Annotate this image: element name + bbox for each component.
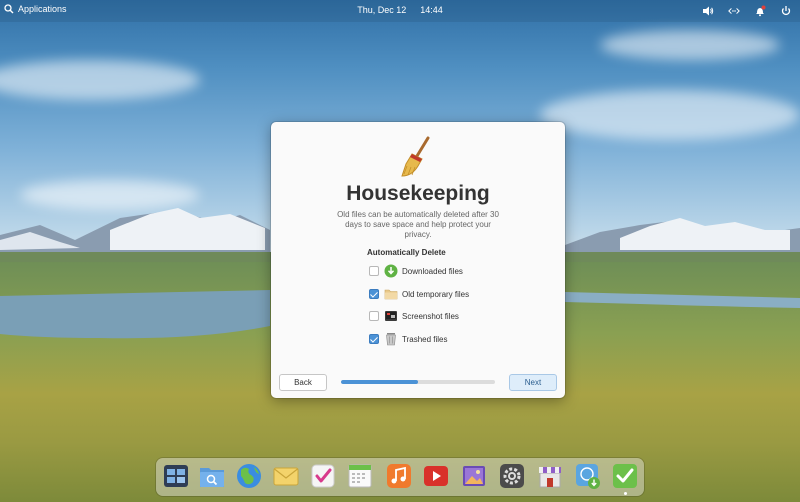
- dock-mail[interactable]: [272, 462, 300, 490]
- progress-fill: [341, 380, 418, 384]
- back-button[interactable]: Back: [279, 374, 327, 391]
- applications-label: Applications: [18, 4, 67, 14]
- downloaded-files-checkbox[interactable]: [369, 266, 379, 276]
- step-progress-bar: [341, 380, 495, 384]
- appcenter-icon: [539, 467, 561, 488]
- trash-icon: [386, 333, 396, 346]
- dialog-title: Housekeeping: [346, 182, 490, 205]
- dock-web-browser[interactable]: [235, 462, 263, 490]
- dock-music[interactable]: [385, 462, 413, 490]
- multitasking-view-icon: [164, 465, 188, 487]
- system-indicators: [700, 3, 794, 19]
- downloaded-files-label: Downloaded files: [402, 266, 463, 276]
- date-label[interactable]: Thu, Dec 12: [357, 5, 406, 15]
- sound-indicator[interactable]: [700, 3, 716, 19]
- date-time-indicator: Thu, Dec 12 14:44: [0, 5, 800, 15]
- dock-housekeeping-tasks[interactable]: [611, 462, 639, 490]
- time-label[interactable]: 14:44: [420, 5, 443, 15]
- checkmark-icon: [613, 464, 637, 488]
- power-icon: [781, 6, 791, 16]
- dock-calendar[interactable]: [346, 462, 374, 490]
- globe-icon: [237, 464, 261, 488]
- files-icon: [200, 468, 224, 487]
- videos-icon: [424, 466, 448, 486]
- next-button[interactable]: Next: [509, 374, 557, 391]
- gear-icon: [500, 464, 524, 488]
- dock-tasks[interactable]: [309, 462, 337, 490]
- photos-icon: [463, 466, 485, 486]
- dock-system-settings[interactable]: [498, 462, 526, 490]
- download-icon: [384, 264, 398, 278]
- dock-videos[interactable]: [422, 462, 450, 490]
- top-panel: Applications Thu, Dec 12 14:44: [0, 0, 800, 22]
- wired-network-icon: [728, 8, 740, 14]
- old-temporary-files-label: Old temporary files: [402, 289, 470, 299]
- dock-installer[interactable]: [574, 462, 602, 490]
- wallpaper-cloud: [540, 90, 800, 140]
- option-trashed-files[interactable]: Trashed files: [369, 331, 448, 347]
- search-icon: [4, 4, 14, 14]
- option-old-temporary-files[interactable]: Old temporary files: [369, 286, 469, 302]
- dock-multitasking-view[interactable]: [162, 462, 190, 490]
- screenshot-icon: [385, 311, 397, 321]
- running-indicator: [624, 492, 627, 495]
- section-heading: Automatically Delete: [367, 248, 446, 257]
- option-screenshot-files[interactable]: Screenshot files: [369, 308, 459, 324]
- calendar-icon: [348, 464, 372, 488]
- dialog-subtitle: Old files can be automatically deleted a…: [337, 210, 499, 239]
- folder-icon: [384, 289, 398, 300]
- installer-icon: [576, 464, 600, 489]
- trashed-files-checkbox[interactable]: [369, 334, 379, 344]
- notifications-indicator[interactable]: [752, 3, 768, 19]
- network-indicator[interactable]: [726, 3, 742, 19]
- screenshot-files-checkbox[interactable]: [369, 311, 379, 321]
- music-icon: [387, 464, 411, 488]
- old-temporary-files-checkbox[interactable]: [369, 289, 379, 299]
- screenshot-files-label: Screenshot files: [402, 311, 459, 321]
- wallpaper-cloud: [600, 30, 780, 60]
- bell-icon: [756, 5, 766, 17]
- mail-icon: [273, 467, 299, 486]
- tasks-icon: [311, 464, 335, 488]
- dock-photos[interactable]: [460, 462, 488, 490]
- dock-files[interactable]: [198, 462, 226, 490]
- volume-icon: [703, 6, 714, 16]
- dock-appcenter[interactable]: [536, 462, 564, 490]
- applications-menu-button[interactable]: Applications: [4, 4, 67, 14]
- trashed-files-label: Trashed files: [402, 334, 448, 344]
- broom-icon: [401, 136, 430, 177]
- option-downloaded-files[interactable]: Downloaded files: [369, 263, 463, 279]
- power-indicator[interactable]: [778, 3, 794, 19]
